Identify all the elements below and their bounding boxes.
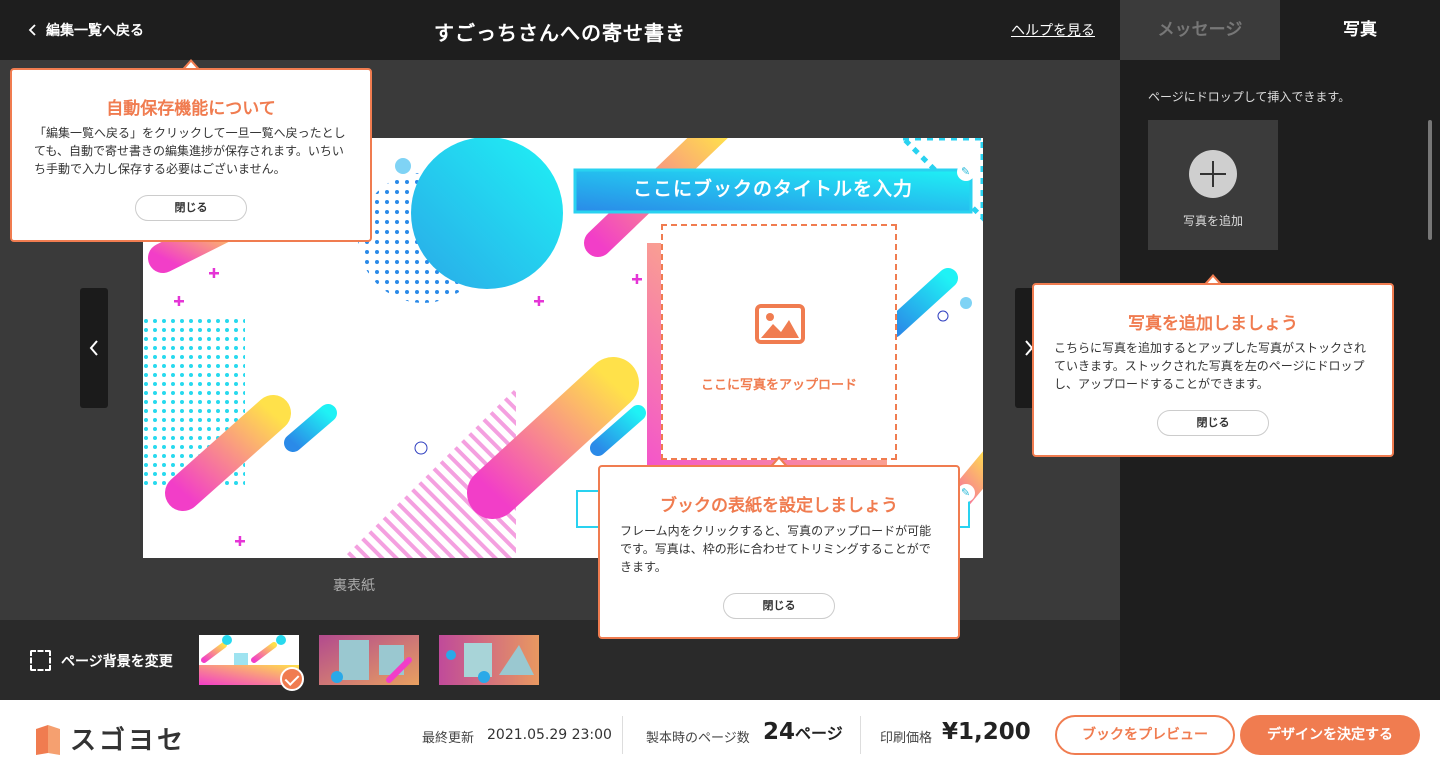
addphoto-tooltip-title: 写真を追加しましょう [1128, 314, 1298, 334]
autosave-tooltip-body: 「編集一覧へ戻る」をクリックして一旦一覧へ戻ったとしても、自動で寄せ書きの編集進… [34, 126, 346, 176]
add-photo-button[interactable]: 写真を追加 [1148, 120, 1278, 250]
panel-note: ページにドロップして挿入できます。 [1148, 90, 1351, 104]
last-updated-label: 最終更新 [422, 731, 475, 746]
tab-photo[interactable]: 写真 [1280, 0, 1440, 60]
cover-title-placeholder[interactable]: ここにブックのタイトルを入力 [575, 174, 971, 201]
price-value: ¥1,200 [942, 719, 1031, 745]
chevron-left-icon [89, 340, 98, 356]
brand-logo[interactable]: スゴヨセ [34, 720, 186, 757]
book-logo-icon [36, 724, 60, 755]
addphoto-tooltip-body: こちらに写真を追加するとアップした写真がストックされていきます。ストックされた写… [1054, 341, 1367, 391]
help-link[interactable]: ヘルプを見る [1011, 20, 1095, 40]
divider [622, 716, 623, 754]
page-title: すごっちさんへの寄せ書き [434, 21, 686, 45]
page-count-value: 24ページ [763, 719, 843, 745]
divider [860, 716, 861, 754]
price-label: 印刷価格 [880, 731, 933, 746]
autosave-tooltip-title: 自動保存機能について [106, 99, 276, 119]
photo-upload-frame[interactable]: ここに写真をアップロード [661, 224, 897, 460]
footer-bar: スゴヨセ 最終更新 2021.05.29 23:00 製本時のページ数 24ペー… [0, 700, 1440, 770]
change-background-button[interactable]: ページ背景を変更 [30, 650, 173, 671]
background-thumbnail-2[interactable] [319, 635, 419, 685]
title-edit-icon[interactable]: ✎ [961, 166, 973, 178]
upload-label: ここに写真をアップロード [700, 378, 857, 393]
add-photo-label: 写真を追加 [1182, 214, 1243, 228]
brand-name: スゴヨセ [70, 726, 187, 756]
image-icon [755, 304, 805, 344]
autosave-close-button[interactable]: 閉じる [135, 195, 247, 221]
decide-design-button[interactable]: デザインを決定する [1240, 715, 1420, 755]
last-updated-value: 2021.05.29 23:00 [487, 727, 612, 743]
autosave-tooltip: 自動保存機能について 「編集一覧へ戻る」をクリックして一旦一覧へ戻ったとしても、… [10, 68, 372, 242]
dashed-square-icon [30, 650, 51, 671]
change-background-label: ページ背景を変更 [61, 653, 173, 670]
background-thumbnail-3[interactable] [439, 635, 539, 685]
top-bar: 編集一覧へ戻る すごっちさんへの寄せ書き ヘルプを見る [0, 0, 1120, 60]
plus-icon [1189, 150, 1237, 198]
cover-tooltip: ブックの表紙を設定しましょう フレーム内をクリックすると、写真のアップロードが可… [598, 465, 960, 639]
cover-close-button[interactable]: 閉じる [723, 593, 835, 619]
page-count-number: 24 [763, 719, 796, 745]
addphoto-close-button[interactable]: 閉じる [1157, 410, 1269, 436]
cover-tooltip-title: ブックの表紙を設定しましょう [660, 496, 898, 516]
panel-scrollbar[interactable] [1428, 120, 1432, 240]
prev-page-button[interactable] [80, 288, 108, 408]
cover-tooltip-body: フレーム内をクリックすると、写真のアップロードが可能です。写真は、枠の形に合わせ… [620, 524, 932, 574]
addphoto-tooltip: 写真を追加しましょう こちらに写真を追加するとアップした写真がストックされていき… [1032, 283, 1394, 457]
subtitle-edit-icon[interactable]: ✎ [961, 487, 973, 499]
page-label: 裏表紙 [333, 578, 375, 594]
preview-book-button[interactable]: ブックをプレビュー [1055, 715, 1235, 755]
selected-check-icon [280, 667, 304, 691]
page-count-unit: ページ [795, 724, 843, 743]
tab-message[interactable]: メッセージ [1120, 0, 1280, 60]
page-count-label: 製本時のページ数 [646, 731, 750, 746]
